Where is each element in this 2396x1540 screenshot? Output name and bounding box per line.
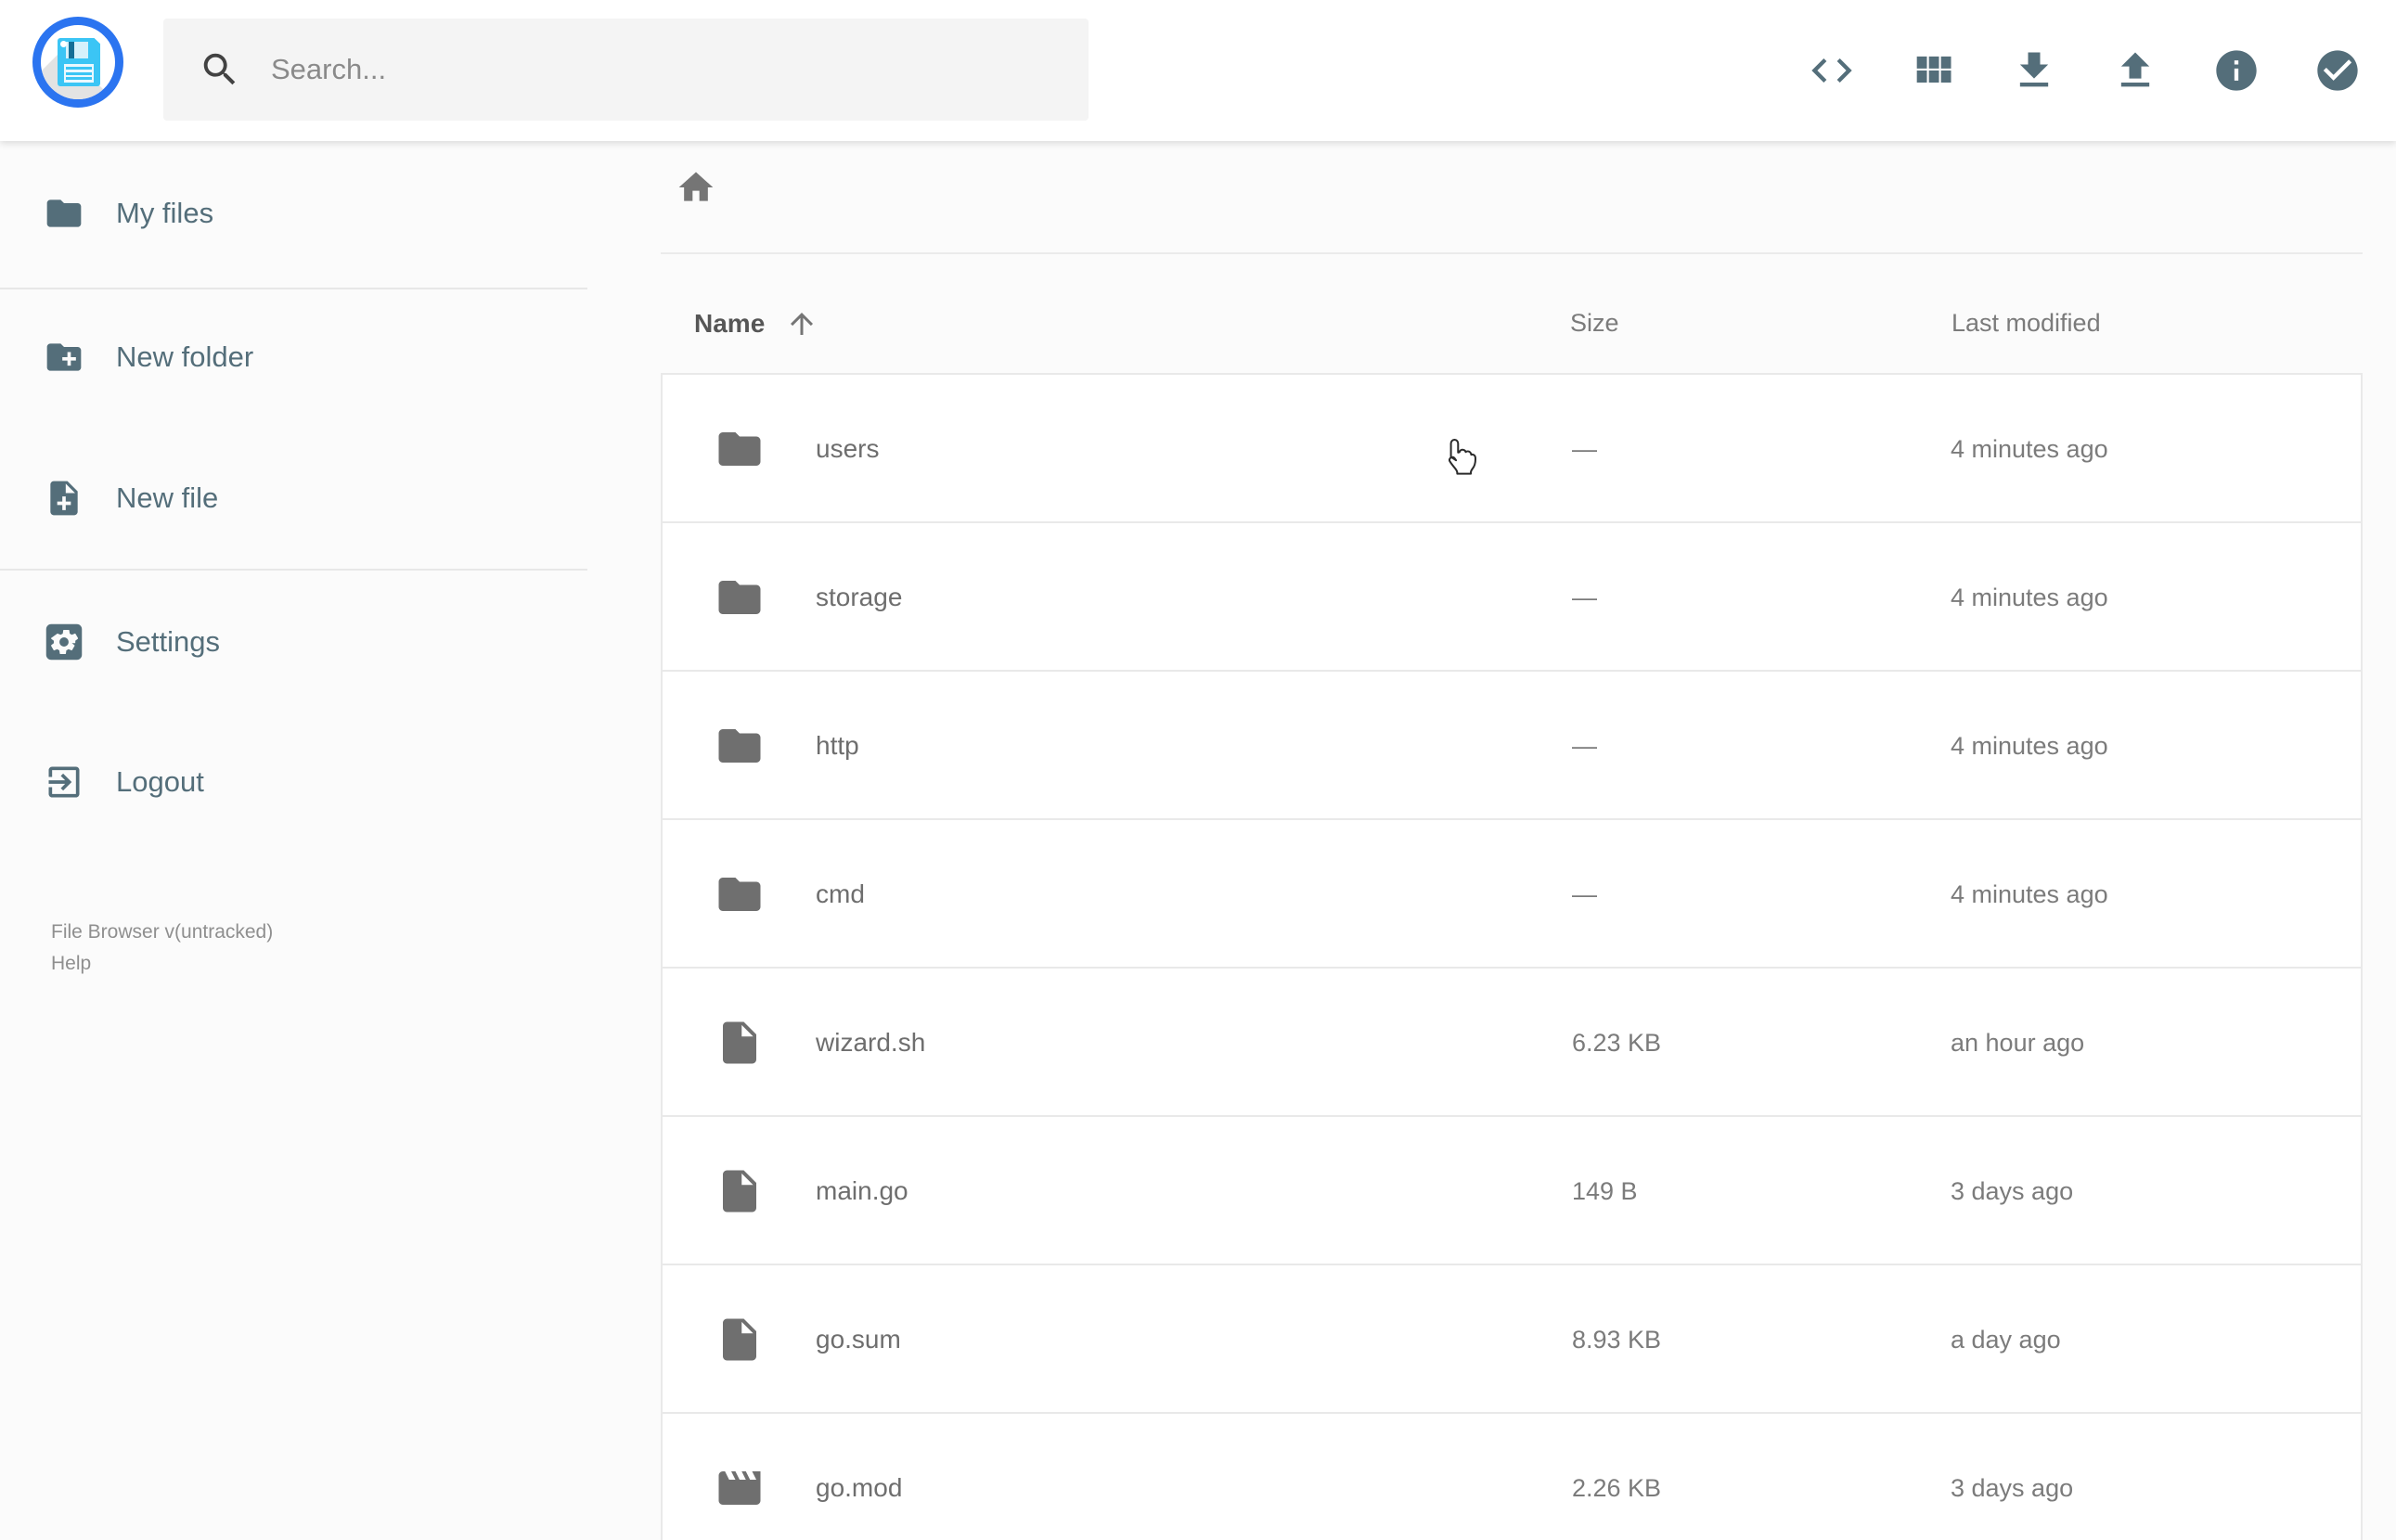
sidebar-item-new-file[interactable]: New file xyxy=(0,478,587,519)
movie-icon xyxy=(718,1471,761,1505)
info-icon xyxy=(2216,50,2257,91)
item-size: 2.26 KB xyxy=(1572,1474,1662,1502)
sidebar-item-logout[interactable]: Logout xyxy=(0,762,587,802)
top-bar xyxy=(0,0,2396,141)
folder-icon xyxy=(46,199,82,227)
item-modified: an hour ago xyxy=(1951,1029,2085,1057)
sidebar-item-settings[interactable]: Settings xyxy=(0,622,587,662)
list-item-go.mod[interactable]: go.mod 2.26 KB 3 days ago xyxy=(661,1412,2363,1540)
item-modified: 4 minutes ago xyxy=(1951,880,2108,908)
item-name: http xyxy=(816,731,859,760)
sidebar-item-label: New file xyxy=(116,481,219,514)
list-item-users[interactable]: users — 4 minutes ago xyxy=(661,373,2363,523)
item-modified: a day ago xyxy=(1951,1326,2061,1354)
list-item-cmd[interactable]: cmd — 4 minutes ago xyxy=(661,818,2363,969)
search-icon xyxy=(203,53,236,85)
code-icon xyxy=(1811,58,1852,83)
sidebar-item-new-folder[interactable]: New folder xyxy=(0,337,587,378)
list-item-main.go[interactable]: main.go 149 B 3 days ago xyxy=(661,1115,2363,1265)
sidebar-item-label: Logout xyxy=(116,765,204,798)
item-name: cmd xyxy=(816,879,865,908)
create-new-folder-icon xyxy=(46,343,82,371)
column-header-name[interactable]: Name xyxy=(694,307,818,340)
note-add-icon xyxy=(50,481,78,516)
listing-header: Name Size Last modified xyxy=(661,283,2363,373)
item-size: — xyxy=(1572,880,1597,908)
logout-icon xyxy=(48,766,80,798)
toggle-shell-button[interactable] xyxy=(1806,45,1858,96)
folder-icon xyxy=(718,729,761,763)
search-input[interactable] xyxy=(271,53,1032,86)
item-size: — xyxy=(1572,584,1597,611)
sidebar-item-label: My files xyxy=(116,197,214,229)
download-button[interactable] xyxy=(2008,45,2060,96)
column-header-size[interactable]: Size xyxy=(1570,309,1619,338)
upload-button[interactable] xyxy=(2109,45,2161,96)
grid-icon xyxy=(1916,56,1952,83)
sidebar-item-my-files[interactable]: My files xyxy=(0,193,587,234)
item-modified: 3 days ago xyxy=(1951,1474,2074,1502)
list-item-wizard.sh[interactable]: wizard.sh 6.23 KB an hour ago xyxy=(661,967,2363,1117)
item-size: 6.23 KB xyxy=(1572,1029,1662,1057)
list-item-http[interactable]: http — 4 minutes ago xyxy=(661,670,2363,820)
sidebar: My files New folder New file Settings Lo… xyxy=(0,141,587,1540)
list-item-storage[interactable]: storage — 4 minutes ago xyxy=(661,521,2363,672)
item-size: — xyxy=(1572,435,1597,463)
select-multiple-button[interactable] xyxy=(2312,45,2364,96)
file-icon xyxy=(723,1318,756,1361)
sidebar-footer: File Browser v(untracked) Help xyxy=(51,917,273,980)
item-size: 149 B xyxy=(1572,1177,1638,1205)
app-logo[interactable] xyxy=(32,17,123,108)
file-browser-app: { "header": { "search_placeholder": "Sea… xyxy=(0,0,2396,1540)
folder-icon xyxy=(718,432,761,466)
sidebar-item-label: Settings xyxy=(116,625,221,658)
info-button[interactable] xyxy=(2210,45,2262,96)
app-version-text: File Browser v(untracked) xyxy=(51,921,274,943)
help-link[interactable]: Help xyxy=(51,948,273,980)
item-name: go.mod xyxy=(816,1473,903,1502)
item-name: wizard.sh xyxy=(816,1028,926,1057)
settings-icon xyxy=(45,623,83,661)
column-header-modified[interactable]: Last modified xyxy=(1952,309,2101,338)
folder-icon xyxy=(718,878,761,911)
floppy-disk-icon xyxy=(58,38,100,86)
folder-icon xyxy=(718,581,761,614)
download-icon xyxy=(2019,52,2049,87)
item-name: go.sum xyxy=(816,1325,901,1354)
item-modified: 4 minutes ago xyxy=(1951,732,2108,760)
file-icon xyxy=(723,1170,756,1213)
file-icon xyxy=(723,1021,756,1064)
file-listing: users — 4 minutes ago storage — 4 minute… xyxy=(661,373,2363,1540)
item-modified: 3 days ago xyxy=(1951,1177,2074,1205)
breadcrumb-divider xyxy=(661,252,2363,254)
upload-icon xyxy=(2120,52,2150,87)
item-modified: 4 minutes ago xyxy=(1951,584,2108,611)
search-box xyxy=(163,19,1089,121)
toolbar-actions xyxy=(1806,0,2364,141)
item-name: users xyxy=(816,434,880,463)
item-name: storage xyxy=(816,583,903,611)
switch-view-button[interactable] xyxy=(1907,45,1959,96)
sidebar-item-label: New folder xyxy=(116,340,254,373)
item-size: 8.93 KB xyxy=(1572,1326,1662,1354)
main-content: Name Size Last modified users — 4 minute… xyxy=(587,141,2396,1540)
list-item-go.sum[interactable]: go.sum 8.93 KB a day ago xyxy=(661,1264,2363,1414)
item-name: main.go xyxy=(816,1176,908,1205)
check-circle-icon xyxy=(2317,50,2358,91)
sidebar-divider xyxy=(0,569,587,571)
sort-ascending-icon xyxy=(791,313,814,335)
item-size: — xyxy=(1572,732,1597,760)
sidebar-divider xyxy=(0,288,587,289)
item-modified: 4 minutes ago xyxy=(1951,435,2108,463)
home-icon[interactable] xyxy=(676,167,716,208)
